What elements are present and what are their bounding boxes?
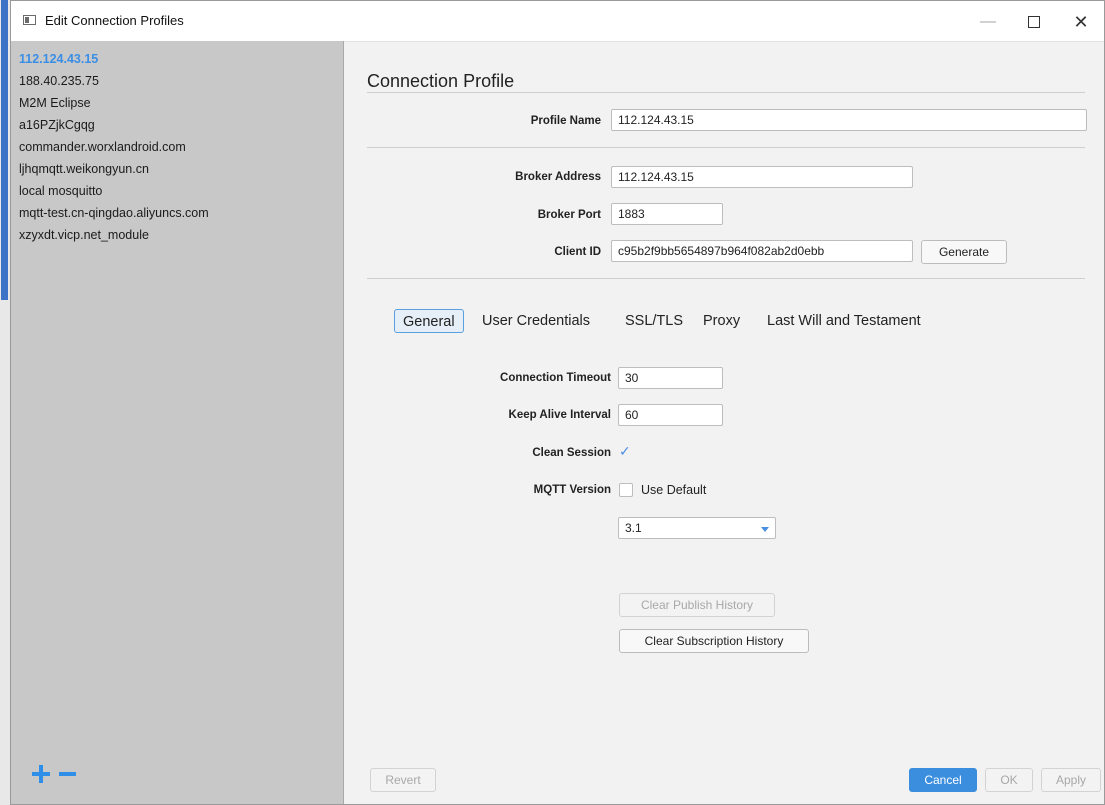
use-default-checkbox[interactable] <box>619 483 633 497</box>
profile-list: 112.124.43.15 188.40.235.75 M2M Eclipse … <box>11 41 343 246</box>
edit-connection-profiles-window: Edit Connection Profiles — ✕ 112.124.43.… <box>10 0 1105 805</box>
profile-list-item[interactable]: 112.124.43.15 <box>11 48 343 70</box>
cancel-button[interactable]: Cancel <box>909 768 977 792</box>
apply-button[interactable]: Apply <box>1041 768 1101 792</box>
mqtt-version-select[interactable]: 3.1 <box>618 517 776 539</box>
divider <box>367 92 1085 93</box>
profile-list-item[interactable]: a16PZjkCgqg <box>11 114 343 136</box>
profile-list-item[interactable]: mqtt-test.cn-qingdao.aliyuncs.com <box>11 202 343 224</box>
profile-name-input[interactable] <box>611 109 1087 131</box>
profile-list-item[interactable]: commander.worxlandroid.com <box>11 136 343 158</box>
profile-list-item[interactable]: 188.40.235.75 <box>11 70 343 92</box>
tab-ssl-tls[interactable]: SSL/TLS <box>625 309 683 333</box>
clean-session-label: Clean Session <box>532 447 611 459</box>
mqtt-version-label: MQTT Version <box>533 484 611 496</box>
clear-subscription-history-button[interactable]: Clear Subscription History <box>619 629 809 653</box>
generate-button[interactable]: Generate <box>921 240 1007 264</box>
tab-last-will-and-testament[interactable]: Last Will and Testament <box>767 309 921 333</box>
broker-port-label: Broker Port <box>537 209 601 221</box>
keep-alive-input[interactable] <box>618 404 723 426</box>
profile-list-item[interactable]: M2M Eclipse <box>11 92 343 114</box>
connection-timeout-input[interactable] <box>618 367 723 389</box>
connection-timeout-label: Connection Timeout <box>500 372 611 384</box>
background-window-accent <box>1 0 8 300</box>
profile-name-label: Profile Name <box>530 115 601 127</box>
ok-button[interactable]: OK <box>985 768 1033 792</box>
keep-alive-label: Keep Alive Interval <box>508 409 611 421</box>
broker-port-input[interactable] <box>611 203 723 225</box>
profile-list-item[interactable]: ljhqmqtt.weikongyun.cn <box>11 158 343 180</box>
profile-list-sidebar: 112.124.43.15 188.40.235.75 M2M Eclipse … <box>11 41 344 804</box>
profile-list-item[interactable]: local mosquitto <box>11 180 343 202</box>
tab-proxy[interactable]: Proxy <box>703 309 740 333</box>
maximize-icon <box>1028 16 1040 28</box>
window-title: Edit Connection Profiles <box>45 13 184 28</box>
profile-list-item[interactable]: xzyxdt.vicp.net_module <box>11 224 343 246</box>
title-bar[interactable]: Edit Connection Profiles — ✕ <box>11 1 1104 42</box>
broker-address-input[interactable] <box>611 166 913 188</box>
broker-address-label: Broker Address <box>515 171 601 183</box>
tab-user-credentials[interactable]: User Credentials <box>482 309 590 333</box>
app-window-icon <box>23 15 36 25</box>
clear-publish-history-button[interactable]: Clear Publish History <box>619 593 775 617</box>
chevron-down-icon <box>761 527 769 532</box>
revert-button[interactable]: Revert <box>370 768 436 792</box>
section-title: Connection Profile <box>367 71 515 91</box>
divider <box>367 147 1085 148</box>
divider <box>367 278 1085 279</box>
use-default-label: Use Default <box>641 483 707 497</box>
remove-profile-minus-icon[interactable] <box>59 772 76 776</box>
add-profile-plus-icon[interactable] <box>32 765 50 783</box>
tab-general[interactable]: General <box>394 309 464 333</box>
profile-editor: Connection Profile Profile Name Broker A… <box>345 41 1105 804</box>
client-id-input[interactable] <box>611 240 913 262</box>
client-id-label: Client ID <box>554 246 601 258</box>
minimize-button[interactable]: — <box>966 9 1010 35</box>
clean-session-checkbox[interactable]: ✓ <box>619 443 631 460</box>
maximize-button[interactable] <box>1012 9 1056 35</box>
close-button[interactable]: ✕ <box>1059 9 1103 35</box>
mqtt-version-value: 3.1 <box>625 521 642 535</box>
